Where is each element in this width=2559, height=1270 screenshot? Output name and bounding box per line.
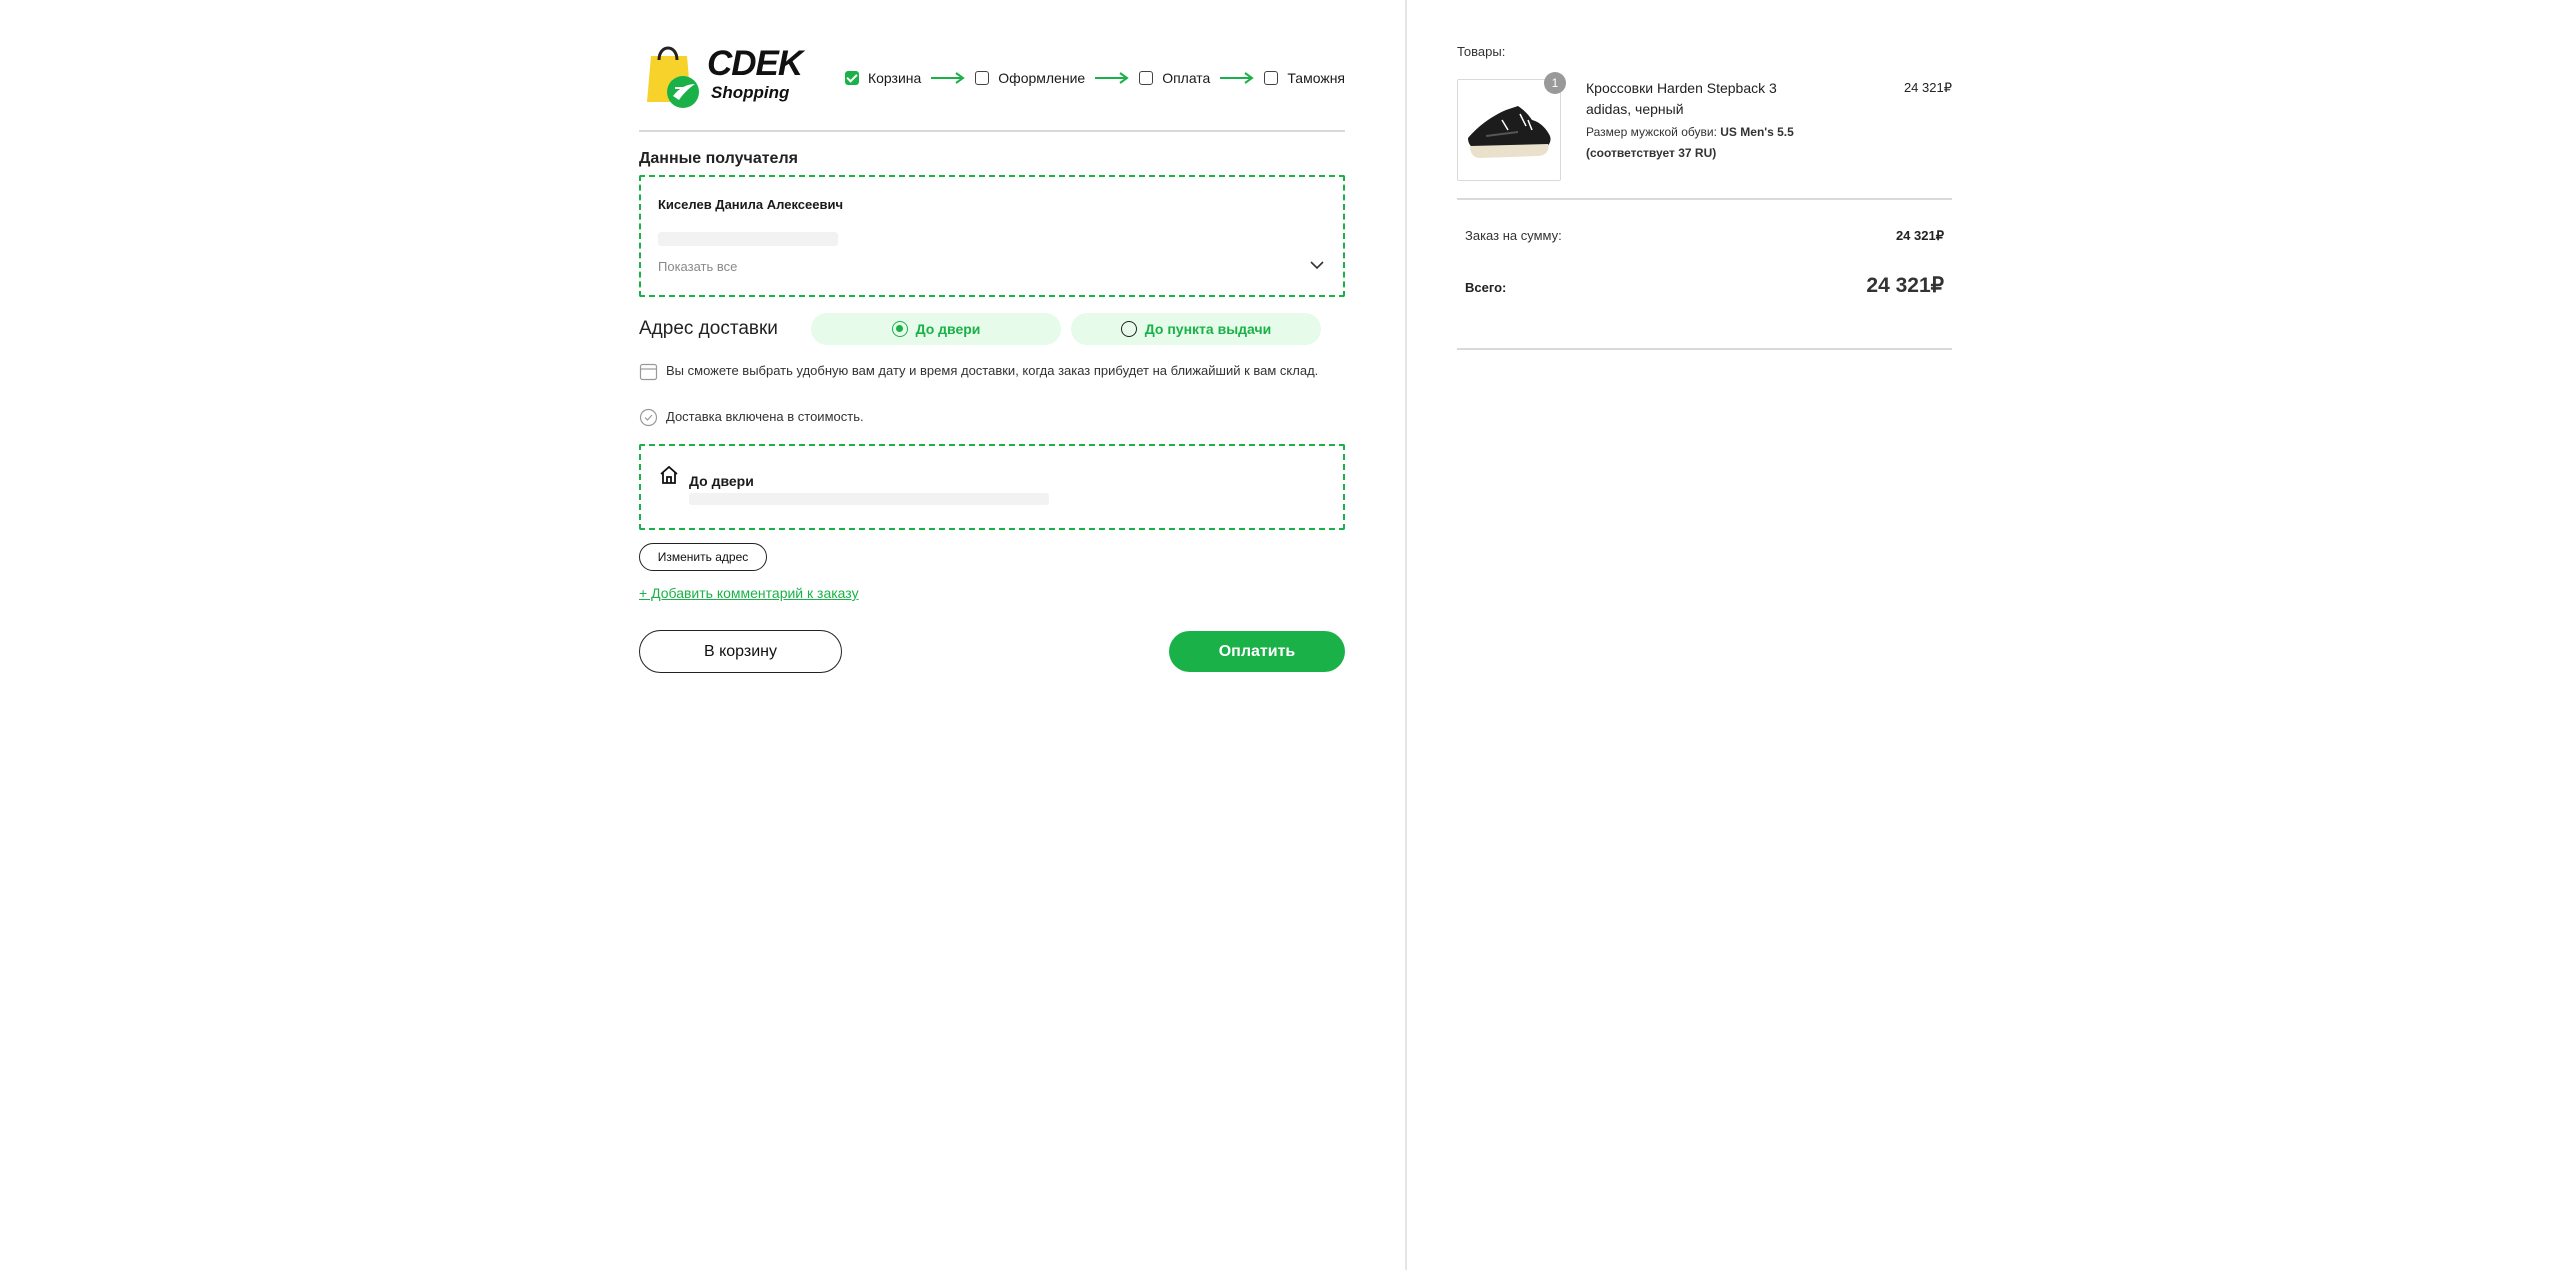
checkbox-icon	[1139, 71, 1154, 85]
product-name[interactable]: Кроссовки Harden Stepback 3 adidas, черн…	[1586, 78, 1816, 120]
step-label: Таможня	[1287, 70, 1345, 86]
size-label: Размер мужской обуви:	[1586, 125, 1717, 139]
column-divider	[1405, 0, 1407, 1270]
step-checkout[interactable]: Оформление	[975, 70, 1085, 86]
recipient-name: Киселев Данила Алексеевич	[658, 197, 844, 212]
shopping-bag-logo-icon	[647, 46, 699, 108]
goods-label: Товары:	[1457, 44, 1506, 59]
order-summary-column: Товары: 1 Кроссовки Harden Stepback 3 ad…	[1457, 0, 1952, 1270]
sneaker-image	[1468, 106, 1551, 158]
calendar-icon	[639, 363, 658, 381]
change-address-button[interactable]: Изменить адрес	[639, 543, 767, 571]
door-address-card[interactable]: До двери	[639, 444, 1345, 530]
product-size: Размер мужской обуви: US Men's 5.5 (соот…	[1586, 122, 1826, 164]
delivery-included-text: Доставка включена в стоимость.	[666, 409, 864, 424]
delivery-included-info: Доставка включена в стоимость.	[639, 408, 864, 427]
step-label: Оформление	[998, 70, 1086, 86]
recipient-contact-redacted	[658, 232, 838, 246]
recipient-section-title: Данные получателя	[639, 150, 798, 167]
logo-brand-text: CDEK	[707, 44, 803, 83]
logo-sub-text: Shopping	[711, 83, 790, 102]
product-price: 24 321₽	[1903, 80, 1952, 95]
step-payment[interactable]: Оплата	[1139, 70, 1210, 86]
step-label: Оплата	[1162, 70, 1211, 86]
back-to-cart-button[interactable]: В корзину	[639, 630, 842, 673]
checkbox-icon	[975, 71, 990, 85]
recipient-card[interactable]: Киселев Данила Алексеевич Показать все	[639, 175, 1345, 297]
delivery-option-pickup[interactable]: До пункта выдачи	[1071, 313, 1321, 345]
arrow-right-icon	[1220, 72, 1255, 84]
chevron-down-icon[interactable]	[1309, 257, 1325, 273]
total-value: 24 321₽	[1866, 274, 1944, 297]
step-customs[interactable]: Таможня	[1264, 70, 1345, 86]
arrow-right-icon	[931, 72, 966, 84]
summary-divider	[1457, 198, 1952, 200]
arrow-right-icon	[1095, 72, 1129, 84]
order-sum-value: 24 321₽	[1895, 228, 1944, 243]
home-icon	[660, 465, 678, 484]
product-image[interactable]	[1457, 79, 1561, 181]
radio-selected-icon	[891, 321, 908, 337]
step-label: Корзина	[867, 70, 922, 86]
pay-button[interactable]: Оплатить	[1169, 631, 1345, 672]
step-cart[interactable]: Корзина	[844, 70, 922, 86]
cdek-shopping-logo[interactable]: CDEK Shopping	[639, 38, 803, 110]
address-type-label: До двери	[689, 473, 754, 489]
summary-bottom-divider	[1457, 348, 1952, 350]
address-redacted	[689, 493, 1049, 505]
order-sum-label: Заказ на сумму:	[1465, 228, 1562, 243]
checkout-steps: Корзина Оформление Оплата Таможня	[844, 70, 1345, 86]
add-comment-link[interactable]: + Добавить комментарий к заказу	[639, 585, 859, 601]
quantity-badge: 1	[1544, 72, 1566, 94]
checkbox-checked-icon	[844, 71, 859, 85]
delivery-option-door[interactable]: До двери	[811, 313, 1061, 345]
delivery-schedule-text: Вы сможете выбрать удобную вам дату и вр…	[666, 363, 1319, 378]
check-circle-icon	[639, 408, 658, 427]
delivery-schedule-info: Вы сможете выбрать удобную вам дату и вр…	[639, 362, 1345, 381]
header-divider	[639, 130, 1345, 132]
total-label: Всего:	[1465, 280, 1507, 295]
show-all-link[interactable]: Показать все	[658, 259, 737, 274]
checkout-form-column: CDEK Shopping Корзина Оформление Оплата …	[639, 0, 1345, 1270]
radio-icon	[1120, 321, 1137, 337]
delivery-option-label: До двери	[915, 321, 981, 337]
delivery-option-label: До пункта выдачи	[1144, 321, 1272, 337]
delivery-section-title: Адрес доставки	[639, 318, 778, 339]
checkbox-icon	[1264, 71, 1279, 85]
